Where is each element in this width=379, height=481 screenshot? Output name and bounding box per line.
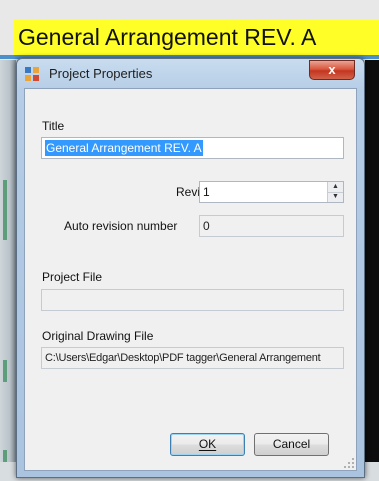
- background-left-panel: [0, 60, 16, 481]
- dialog-titlebar[interactable]: Project Properties x: [17, 59, 364, 89]
- close-icon: x: [328, 62, 336, 77]
- auto-revision-value: 0: [203, 219, 210, 233]
- original-drawing-value: C:\Users\Edgar\Desktop\PDF tagger\Genera…: [45, 352, 321, 364]
- revision-value: 1: [203, 185, 210, 199]
- project-file-label: Project File: [42, 270, 103, 284]
- project-properties-dialog: Project Properties x Title General Arran…: [16, 58, 365, 478]
- resize-grip-icon[interactable]: [344, 458, 354, 468]
- app-icon[interactable]: [25, 67, 41, 83]
- cancel-button[interactable]: Cancel: [254, 433, 329, 456]
- title-input[interactable]: General Arrangement REV. A: [41, 137, 344, 159]
- auto-revision-field: 0: [199, 215, 344, 237]
- original-drawing-label: Original Drawing File: [42, 329, 154, 343]
- ok-button[interactable]: OK: [170, 433, 245, 456]
- spin-down-icon[interactable]: ▼: [328, 192, 343, 202]
- cancel-button-label: Cancel: [272, 437, 311, 451]
- document-title: General Arrangement REV. A: [18, 24, 317, 50]
- close-button[interactable]: x: [309, 60, 355, 80]
- revision-stepper[interactable]: 1 ▲ ▼: [199, 181, 344, 203]
- project-file-field: [41, 289, 344, 311]
- dialog-client-area: Title General Arrangement REV. A Revisio…: [24, 88, 357, 471]
- dialog-title: Project Properties: [49, 66, 153, 81]
- title-input-value: General Arrangement REV. A: [45, 140, 203, 156]
- original-drawing-field: C:\Users\Edgar\Desktop\PDF tagger\Genera…: [41, 347, 344, 369]
- background-right-panel: [365, 60, 379, 481]
- ok-button-label: OK: [198, 437, 217, 451]
- auto-revision-label: Auto revision number: [64, 219, 178, 233]
- revision-spin-buttons[interactable]: ▲ ▼: [327, 182, 343, 202]
- title-label: Title: [42, 119, 65, 133]
